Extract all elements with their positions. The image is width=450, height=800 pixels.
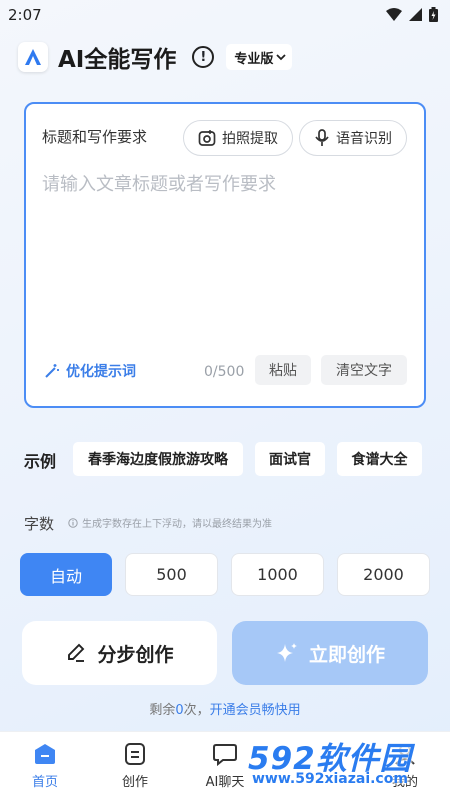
nav-item-create[interactable]: 创作 <box>100 742 170 790</box>
photo-extract-label: 拍照提取 <box>222 131 278 147</box>
info-icon[interactable]: ! <box>192 46 215 68</box>
app-title: AI全能写作 <box>58 47 177 73</box>
quota-line: 剩余0次，开通会员畅快用 <box>0 699 450 718</box>
prompt-editor-card: 标题和写作要求 拍照提取 语音识别 请输入文章标题或者写作要求 优化提示词 0/… <box>24 102 426 408</box>
info-glyph: ! <box>200 49 207 65</box>
step-create-button[interactable]: 分步创作 <box>22 621 217 685</box>
word-count-option-1000[interactable]: 1000 <box>231 553 324 596</box>
word-count-option-500[interactable]: 500 <box>125 553 218 596</box>
word-count-option-label: 500 <box>156 565 187 584</box>
prompt-input[interactable]: 请输入文章标题或者写作要求 <box>42 170 276 196</box>
example-chip[interactable]: 春季海边度假旅游攻略 <box>73 442 243 476</box>
quota-suffix: 次， <box>183 703 210 718</box>
nav-item-home[interactable]: 首页 <box>10 742 80 790</box>
word-count-hint: 生成字数存在上下浮动，请以最终结果为准 <box>68 515 272 530</box>
watermark: 592软件园 www.592xiazai.com <box>248 731 448 793</box>
battery-icon <box>429 7 438 22</box>
upgrade-link[interactable]: 开通会员畅快用 <box>210 703 301 718</box>
status-bar: 2:07 <box>0 0 450 30</box>
example-chip-label: 面试官 <box>269 452 311 468</box>
photo-extract-button[interactable]: 拍照提取 <box>183 120 293 156</box>
example-chip-label: 春季海边度假旅游攻略 <box>88 452 228 468</box>
word-count-option-label: 自动 <box>49 566 82 586</box>
pencil-icon <box>68 643 85 662</box>
voice-recognition-label: 语音识别 <box>336 131 392 147</box>
cellular-signal-icon <box>409 8 422 21</box>
create-now-label: 立即创作 <box>308 643 385 666</box>
document-icon <box>125 743 145 765</box>
magic-wand-icon <box>45 364 59 378</box>
edition-label: 专业版 <box>234 51 274 67</box>
clear-text-button[interactable]: 清空文字 <box>321 355 407 385</box>
app-header: AI全能写作 ! 专业版 <box>18 40 293 74</box>
app-logo-icon <box>18 42 48 72</box>
microphone-icon <box>315 129 329 146</box>
sparkle-icon <box>276 643 297 662</box>
nav-item-label: 首页 <box>31 775 58 790</box>
word-count-hint-text: 生成字数存在上下浮动，请以最终结果为准 <box>82 519 272 530</box>
wifi-icon <box>386 8 402 21</box>
paste-button[interactable]: 粘贴 <box>255 355 311 385</box>
clear-text-label: 清空文字 <box>336 363 392 379</box>
word-count-option-2000[interactable]: 2000 <box>337 553 430 596</box>
example-chip[interactable]: 食谱大全 <box>337 442 422 476</box>
status-time: 2:07 <box>8 6 42 24</box>
editor-label: 标题和写作要求 <box>42 128 148 146</box>
status-icons <box>386 7 438 22</box>
paste-label: 粘贴 <box>269 363 297 379</box>
voice-recognition-button[interactable]: 语音识别 <box>299 120 407 156</box>
nav-item-label: 创作 <box>121 775 148 790</box>
optimize-prompt-button[interactable]: 优化提示词 <box>44 361 136 381</box>
word-count-option-label: 2000 <box>363 565 404 584</box>
chat-bubble-icon <box>213 744 237 766</box>
optimize-prompt-label: 优化提示词 <box>66 364 136 380</box>
quota-prefix: 剩余 <box>149 703 176 718</box>
chevron-down-icon <box>276 54 287 61</box>
home-icon <box>35 744 55 764</box>
char-counter: 0/500 <box>204 364 245 380</box>
edition-select[interactable]: 专业版 <box>226 44 293 70</box>
examples-label: 示例 <box>24 452 57 471</box>
word-count-option-label: 1000 <box>257 565 298 584</box>
example-chip[interactable]: 面试官 <box>255 442 325 476</box>
examples-row: 示例 春季海边度假旅游攻略 面试官 食谱大全 <box>24 442 434 476</box>
camera-icon <box>198 130 216 146</box>
info-small-icon <box>68 517 78 528</box>
nav-item-label: AI聊天 <box>205 775 245 790</box>
word-count-option-auto[interactable]: 自动 <box>20 553 112 596</box>
example-chip-label: 食谱大全 <box>351 452 408 468</box>
quota-count: 0 <box>175 703 184 718</box>
watermark-url: www.592xiazai.com <box>252 771 408 787</box>
word-count-label: 字数 <box>24 515 55 533</box>
create-now-button[interactable]: 立即创作 <box>232 621 428 685</box>
step-create-label: 分步创作 <box>97 643 174 666</box>
